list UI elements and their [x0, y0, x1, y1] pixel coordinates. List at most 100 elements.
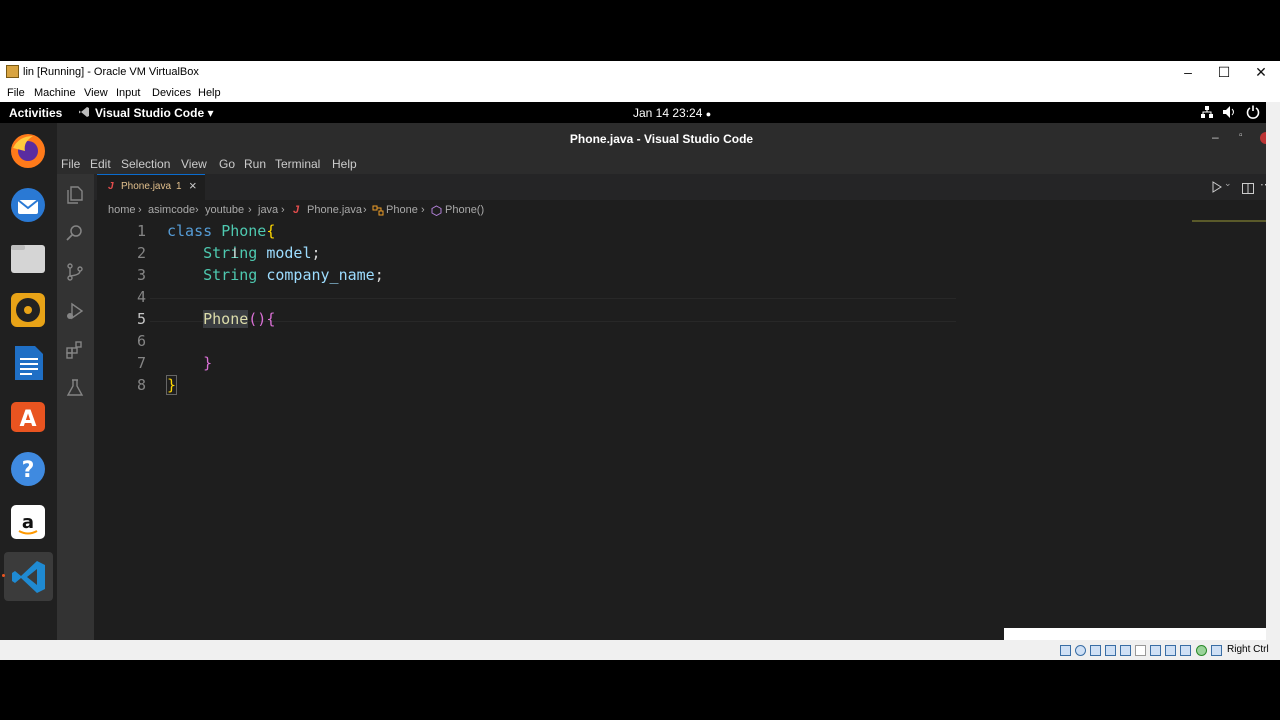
breadcrumb-sep: ›: [138, 204, 142, 216]
close-button[interactable]: ✕: [1243, 63, 1279, 81]
files-icon[interactable]: [9, 239, 47, 277]
text-cursor-icon: I: [233, 247, 237, 262]
video-capture-icon[interactable]: [1165, 645, 1176, 656]
vbox-menu-help[interactable]: Help: [198, 87, 221, 99]
vscode-minimize-button[interactable]: –: [1212, 130, 1219, 144]
vbox-menu-view[interactable]: View: [84, 87, 108, 99]
breadcrumb-asimcode[interactable]: asimcode: [148, 204, 195, 216]
breadcrumb-method[interactable]: Phone(): [445, 204, 484, 216]
vbox-menubar: File Machine View Input Devices Help: [0, 83, 1280, 102]
menu-run[interactable]: Run: [244, 157, 266, 171]
app-menu[interactable]: Visual Studio Code ▾: [95, 106, 214, 120]
thunderbird-icon[interactable]: [9, 186, 47, 224]
clock[interactable]: Jan 14 23:24 ●: [633, 106, 711, 120]
activity-bar: [57, 174, 94, 640]
vbox-menu-devices[interactable]: Devices: [152, 87, 191, 99]
menu-file[interactable]: File: [61, 157, 80, 171]
split-editor-icon[interactable]: [1242, 181, 1254, 199]
brace: }: [165, 375, 178, 395]
keyboard-icon[interactable]: [1211, 645, 1222, 656]
breadcrumb-home[interactable]: home: [108, 204, 136, 216]
brace: {: [266, 222, 276, 240]
search-icon[interactable]: [65, 223, 85, 243]
hard-disk-icon[interactable]: [1060, 645, 1071, 656]
code-line-2: String model;: [167, 244, 321, 262]
menu-go[interactable]: Go: [219, 157, 235, 171]
extensions-icon[interactable]: [65, 340, 85, 360]
semicolon: ;: [311, 244, 321, 262]
svg-text:A: A: [19, 407, 36, 432]
menu-help[interactable]: Help: [332, 157, 357, 171]
clock-datetime: Jan 14 23:24: [633, 106, 703, 120]
network-icon[interactable]: [1200, 105, 1214, 122]
explorer-icon[interactable]: [65, 185, 85, 205]
amazon-icon[interactable]: a: [9, 503, 47, 541]
maximize-button[interactable]: ☐: [1206, 63, 1242, 81]
keyword: class: [167, 222, 213, 240]
code-editor[interactable]: 1 2 3 4 5 6 7 8 class Phone{ String mode…: [94, 222, 1266, 640]
line-number: 8: [136, 376, 146, 394]
chevron-down-icon: ▾: [207, 106, 214, 120]
activities-button[interactable]: Activities: [9, 106, 62, 120]
volume-icon[interactable]: [1222, 105, 1236, 122]
vbox-titlebar: lin [Running] - Oracle VM VirtualBox – ☐…: [0, 61, 1280, 83]
breadcrumb-file[interactable]: Phone.java: [307, 204, 362, 216]
breadcrumb-class[interactable]: Phone: [386, 204, 418, 216]
shared-folders-icon[interactable]: [1135, 645, 1146, 656]
usb-icon[interactable]: [1120, 645, 1131, 656]
help-icon[interactable]: ?: [9, 450, 47, 488]
java-file-icon: J: [108, 181, 114, 192]
menu-edit[interactable]: Edit: [90, 157, 111, 171]
more-actions-icon[interactable]: ⋯: [1260, 178, 1266, 191]
statusbar-notch: [1004, 628, 1266, 640]
rhythmbox-icon[interactable]: [9, 291, 47, 329]
optical-drive-icon[interactable]: [1075, 645, 1086, 656]
vbox-menu-input[interactable]: Input: [116, 87, 140, 99]
menu-terminal[interactable]: Terminal: [275, 157, 320, 171]
gnome-topbar: Activities Visual Studio Code ▾ Jan 14 2…: [0, 102, 1266, 123]
running-indicator: [2, 574, 5, 577]
vscode-restore-button[interactable]: ▫: [1239, 130, 1243, 141]
menu-selection[interactable]: Selection: [121, 157, 170, 171]
recording-dot-icon: ●: [705, 109, 712, 119]
vscode-menubar: File Edit Selection View Go Run Terminal…: [57, 154, 1266, 174]
parens: (): [248, 310, 267, 328]
source-control-icon[interactable]: [65, 262, 85, 282]
svg-text:?: ?: [22, 458, 35, 483]
line-number: 1: [136, 222, 146, 240]
type: String: [203, 244, 258, 262]
testing-icon[interactable]: [65, 378, 85, 398]
menu-view[interactable]: View: [181, 157, 207, 171]
variable: model: [266, 244, 312, 262]
code-line-7: }: [167, 354, 212, 372]
line-number: 3: [136, 266, 146, 284]
vbox-menu-file[interactable]: File: [7, 87, 25, 99]
mouse-integration-icon[interactable]: [1196, 645, 1207, 656]
vscode-icon: [12, 561, 45, 593]
breadcrumb-youtube[interactable]: youtube: [205, 204, 244, 216]
display-icon[interactable]: [1150, 645, 1161, 656]
software-icon[interactable]: A: [9, 396, 47, 434]
virtualization-icon[interactable]: [1180, 645, 1191, 656]
breadcrumb-java[interactable]: java: [258, 204, 278, 216]
vscode-dock-item[interactable]: [2, 552, 53, 601]
brace: {: [266, 310, 276, 328]
line-number-current: 5: [136, 310, 146, 328]
vbox-menu-machine[interactable]: Machine: [34, 87, 76, 99]
audio-icon[interactable]: [1090, 645, 1101, 656]
network-adapter-icon[interactable]: [1105, 645, 1116, 656]
tab-phone-java[interactable]: J Phone.java 1 ×: [97, 174, 205, 200]
libreoffice-writer-icon[interactable]: [9, 344, 47, 382]
power-icon[interactable]: [1246, 105, 1260, 122]
run-debug-icon[interactable]: [65, 301, 85, 321]
firefox-icon[interactable]: [9, 132, 47, 170]
run-code-icon[interactable]: [1211, 180, 1223, 198]
class-name: Phone: [221, 222, 267, 240]
run-dropdown-chevron-icon[interactable]: ⌄: [1224, 178, 1232, 189]
minimize-button[interactable]: –: [1170, 63, 1206, 81]
breadcrumb-sep: ›: [421, 204, 425, 216]
vscode-window-title: Phone.java - Visual Studio Code: [569, 132, 754, 146]
code-line-5: Phone(){: [167, 310, 275, 328]
vscode-close-button[interactable]: [1260, 132, 1266, 144]
tab-close-icon[interactable]: ×: [189, 178, 197, 193]
